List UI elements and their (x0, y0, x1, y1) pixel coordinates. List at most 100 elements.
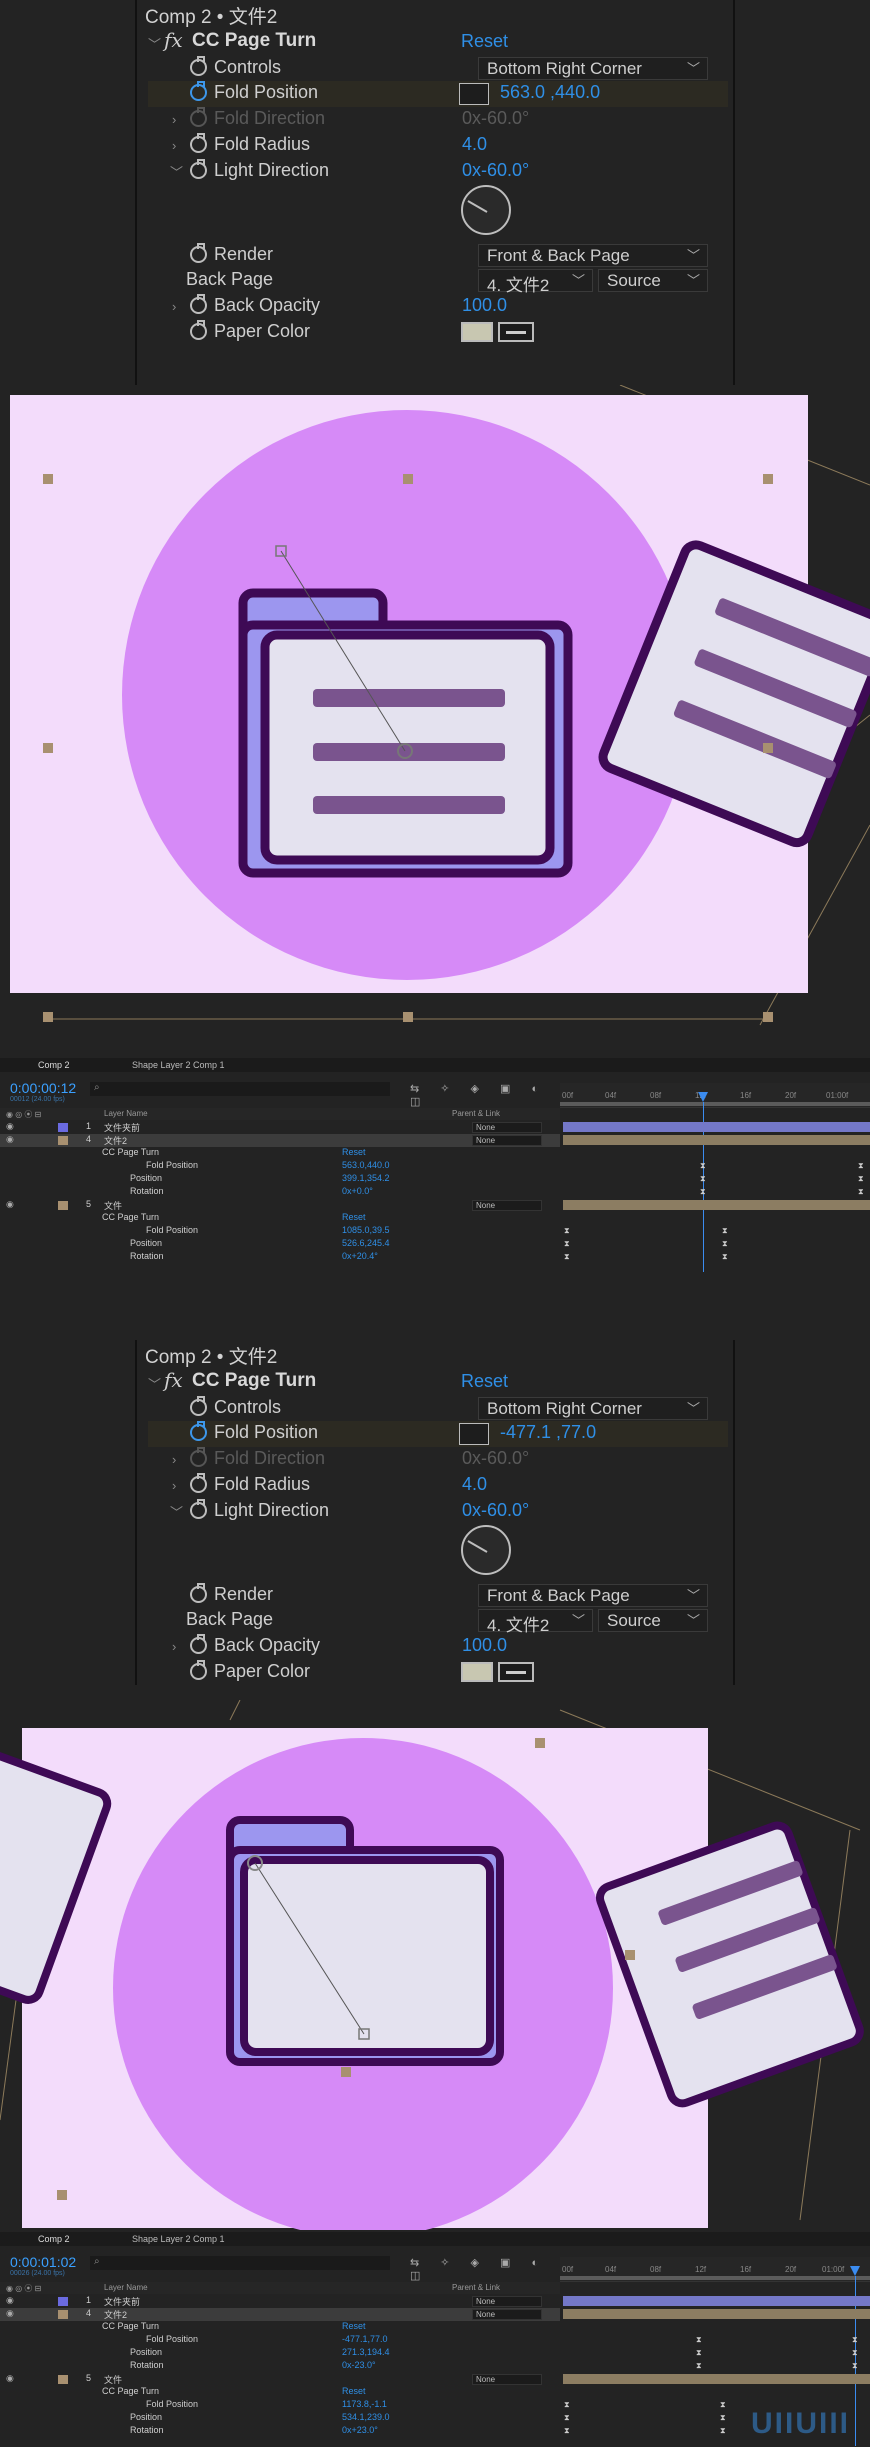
back-opacity-value[interactable]: 100.0 (462, 1635, 507, 1656)
fold-radius-value[interactable]: 4.0 (462, 1474, 487, 1495)
chevron-right-icon[interactable]: › (172, 1639, 176, 1654)
transform-handle[interactable] (341, 2067, 351, 2077)
controls-dropdown[interactable]: Bottom Right Corner ﹀ (478, 1397, 708, 1420)
layer-duration-bar[interactable] (563, 1135, 870, 1145)
property-row[interactable]: Rotation 0x+23.0° (0, 2425, 560, 2438)
stopwatch-icon[interactable] (190, 1634, 207, 1654)
transform-handle[interactable] (43, 1012, 53, 1022)
property-row[interactable]: Position 526.6,245.4 (0, 1238, 560, 1251)
keyframe-icon[interactable]: ⧗ (858, 1174, 864, 1184)
crosshair-icon[interactable] (459, 83, 489, 105)
keyframe-icon[interactable]: ⧗ (700, 1161, 706, 1171)
transform-handle[interactable] (763, 474, 773, 484)
paper-color-swatch[interactable] (461, 1662, 493, 1682)
parent-dropdown[interactable]: None (472, 2374, 542, 2385)
keyframe-icon[interactable]: ⧗ (564, 2413, 570, 2423)
property-row[interactable]: Fold Position 1173.8,-1.1 (0, 2399, 560, 2412)
stopwatch-icon[interactable] (190, 1396, 207, 1416)
property-row[interactable]: Position 534.1,239.0 (0, 2412, 560, 2425)
back-page-source-dropdown[interactable]: Source ﹀ (598, 1609, 708, 1632)
keyframe-icon[interactable]: ⧗ (720, 2413, 726, 2423)
keyframe-icon[interactable]: ⧗ (858, 1161, 864, 1171)
layer-duration-bar[interactable] (563, 2296, 870, 2306)
transform-handle[interactable] (763, 743, 773, 753)
keyframe-icon[interactable]: ⧗ (852, 2361, 858, 2371)
transform-handle[interactable] (403, 1012, 413, 1022)
keyframe-icon[interactable]: ⧗ (852, 2335, 858, 2345)
current-timecode[interactable]: 0:00:01:02 (10, 2254, 76, 2270)
composition-viewer-1[interactable] (0, 385, 870, 1035)
property-row[interactable]: Fold Position -477.1,77.0 (0, 2334, 560, 2347)
chevron-down-icon[interactable]: ﹀ (170, 162, 183, 181)
back-page-source-dropdown[interactable]: Source ﹀ (598, 269, 708, 292)
property-row[interactable]: Fold Position 563.0,440.0 (0, 1160, 560, 1173)
light-direction-dial[interactable] (461, 1525, 511, 1575)
transform-handle[interactable] (625, 1950, 635, 1960)
stopwatch-icon[interactable] (190, 81, 207, 101)
fold-radius-value[interactable]: 4.0 (462, 134, 487, 155)
composition-viewer-2[interactable] (0, 1700, 870, 2230)
chevron-right-icon[interactable]: › (172, 112, 176, 127)
current-timecode[interactable]: 0:00:00:12 (10, 1080, 76, 1096)
time-ruler[interactable]: 00f 04f 08f 12f 16f 20f 01:00f (560, 2257, 870, 2282)
reset-button[interactable]: Reset (461, 1371, 508, 1392)
stopwatch-icon[interactable] (190, 294, 207, 314)
keyframe-icon[interactable]: ⧗ (720, 2426, 726, 2436)
chevron-down-icon[interactable]: ﹀ (148, 1374, 161, 1393)
transform-handle[interactable] (403, 474, 413, 484)
stopwatch-icon[interactable] (190, 1473, 207, 1493)
property-row[interactable]: Rotation 0x-23.0° (0, 2360, 560, 2373)
layer-duration-bar[interactable] (563, 2374, 870, 2384)
tab-shape-layer-comp[interactable]: Shape Layer 2 Comp 1 (132, 1060, 225, 1070)
transform-handle[interactable] (57, 2190, 67, 2200)
fold-position-value[interactable]: -477.1 ,77.0 (500, 1422, 596, 1443)
parent-dropdown[interactable]: None (472, 2309, 542, 2320)
light-direction-value[interactable]: 0x-60.0° (462, 1500, 529, 1521)
parent-dropdown[interactable]: None (472, 1135, 542, 1146)
stopwatch-icon[interactable] (190, 1660, 207, 1680)
layer-duration-bar[interactable] (563, 1122, 870, 1132)
parent-dropdown[interactable]: None (472, 1200, 542, 1211)
keyframe-icon[interactable]: ⧗ (564, 2426, 570, 2436)
keyframe-icon[interactable]: ⧗ (564, 2400, 570, 2410)
fold-direction-value[interactable]: 0x-60.0° (462, 108, 529, 129)
layer-name-header[interactable]: Layer Name (104, 2283, 148, 2292)
keyframe-icon[interactable]: ⧗ (696, 2335, 702, 2345)
light-direction-value[interactable]: 0x-60.0° (462, 160, 529, 181)
stopwatch-icon[interactable] (190, 133, 207, 153)
keyframe-icon[interactable]: ⧗ (564, 1226, 570, 1236)
layer-duration-bar[interactable] (563, 2309, 870, 2319)
effect-row[interactable]: CC Page Turn Reset (0, 1147, 560, 1160)
keyframe-icon[interactable]: ⧗ (720, 2400, 726, 2410)
back-opacity-value[interactable]: 100.0 (462, 295, 507, 316)
layer-row[interactable]: ◉ 4 文件2 None (0, 2308, 560, 2321)
render-dropdown[interactable]: Front & Back Page ﹀ (478, 1584, 708, 1607)
property-row[interactable]: Rotation 0x+0.0° (0, 1186, 560, 1199)
layer-search-input[interactable]: ⌕ (90, 2256, 390, 2270)
layer-search-input[interactable]: ⌕ (90, 1082, 390, 1096)
chevron-right-icon[interactable]: › (172, 1452, 176, 1467)
effect-row[interactable]: CC Page Turn Reset (0, 2321, 560, 2334)
keyframe-icon[interactable]: ⧗ (700, 1174, 706, 1184)
eyedropper-icon[interactable] (498, 1662, 534, 1682)
time-ruler[interactable]: 00f 04f 08f 12f 16f 20f 01:00f (560, 1083, 870, 1108)
keyframe-icon[interactable]: ⧗ (700, 1187, 706, 1197)
keyframe-icon[interactable]: ⧗ (858, 1187, 864, 1197)
chevron-right-icon[interactable]: › (172, 1478, 176, 1493)
effect-row[interactable]: CC Page Turn Reset (0, 1212, 560, 1225)
property-row[interactable]: Position 271.3,194.4 (0, 2347, 560, 2360)
stopwatch-icon[interactable] (190, 243, 207, 263)
transform-handle[interactable] (43, 474, 53, 484)
stopwatch-icon[interactable] (190, 320, 207, 340)
tab-comp-2[interactable]: Comp 2 (38, 1060, 70, 1070)
parent-dropdown[interactable]: None (472, 2296, 542, 2307)
property-row[interactable]: Rotation 0x+20.4° (0, 1251, 560, 1264)
back-page-layer-dropdown[interactable]: 4. 文件2 ﹀ (478, 1609, 593, 1635)
work-area-bar[interactable] (560, 1102, 870, 1106)
eyedropper-icon[interactable] (498, 322, 534, 342)
layer-row[interactable]: ◉ 4 文件2 None (0, 1134, 560, 1147)
layer-duration-bar[interactable] (563, 1200, 870, 1210)
stopwatch-icon[interactable] (190, 1421, 207, 1441)
chevron-down-icon[interactable]: ﹀ (148, 34, 161, 53)
layer-row[interactable]: ◉ 1 文件夹前 None (0, 2295, 560, 2308)
